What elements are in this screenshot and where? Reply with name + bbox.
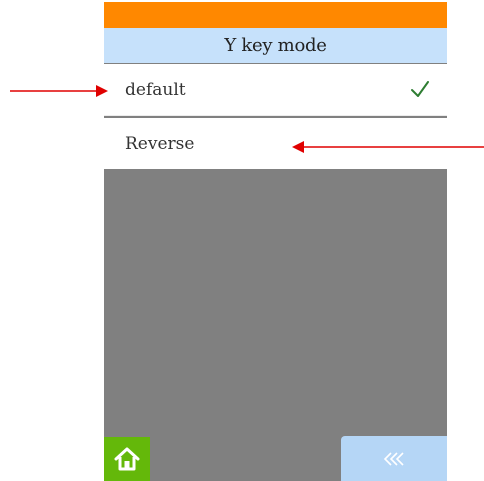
page: Y key mode default Reverse xyxy=(0,0,484,481)
status-bar xyxy=(104,2,447,28)
home-button[interactable] xyxy=(104,437,150,481)
arrow-to-default xyxy=(10,85,108,97)
option-reverse[interactable]: Reverse xyxy=(104,118,447,169)
option-default[interactable]: default xyxy=(104,64,447,116)
page-title: Y key mode xyxy=(224,35,327,56)
title-bar: Y key mode xyxy=(104,28,447,63)
option-label-reverse: Reverse xyxy=(125,133,195,154)
option-label-default: default xyxy=(125,79,186,100)
checkmark-icon xyxy=(411,81,429,97)
home-icon xyxy=(114,447,140,471)
back-button[interactable] xyxy=(341,436,447,481)
device-screen: Y key mode default Reverse xyxy=(104,2,447,481)
double-chevron-left-icon xyxy=(383,451,404,466)
